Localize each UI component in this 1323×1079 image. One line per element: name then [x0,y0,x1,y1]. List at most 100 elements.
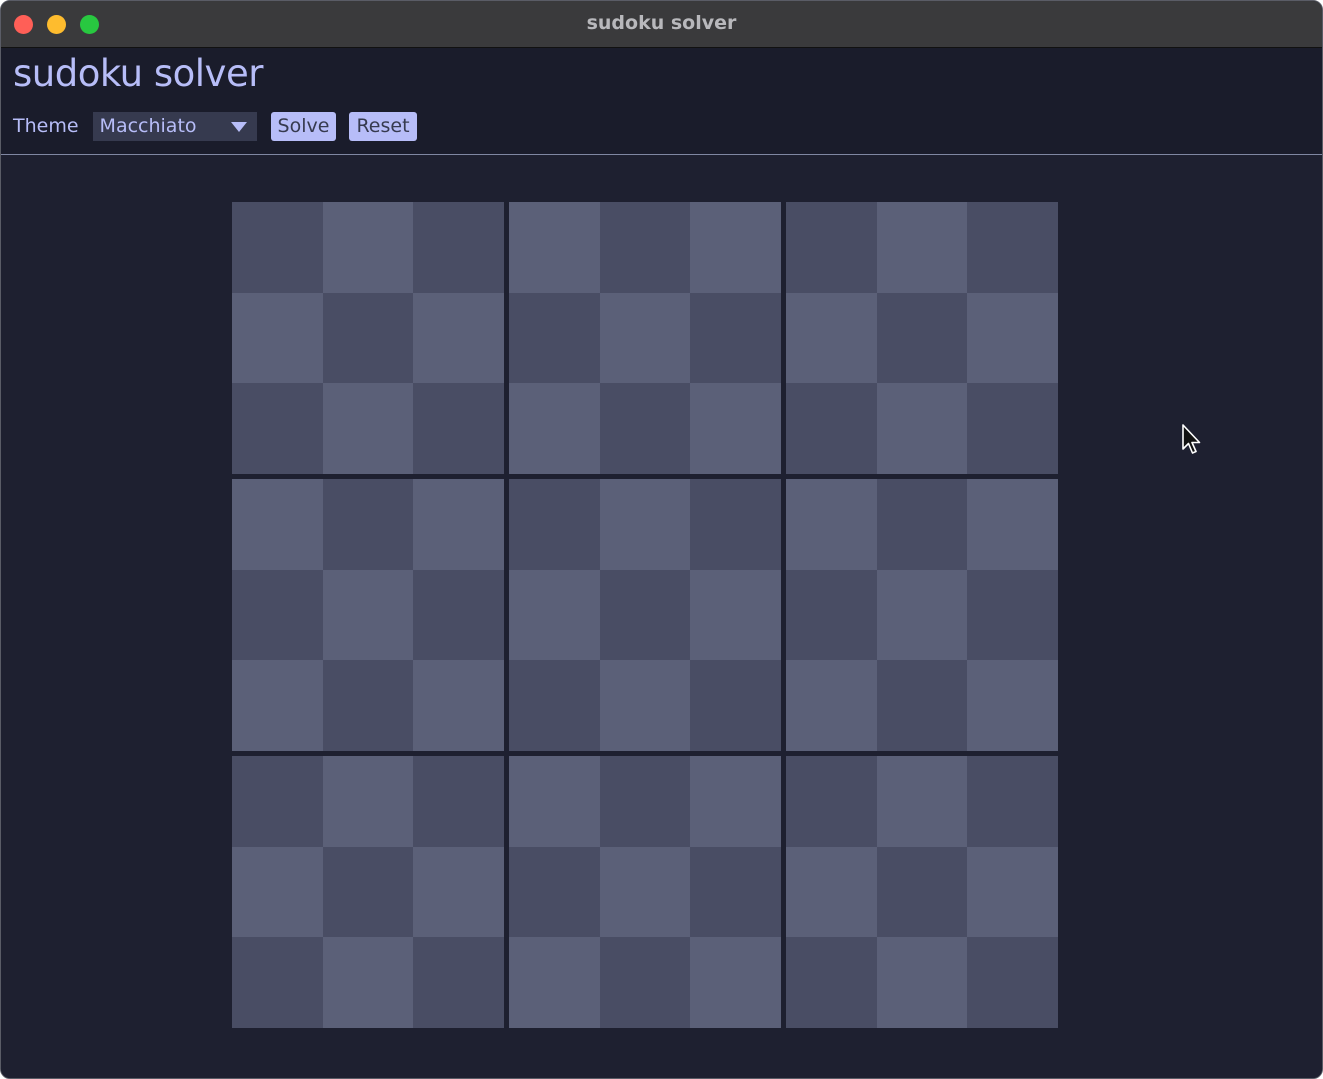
sudoku-cell[interactable] [786,846,877,938]
sudoku-cell[interactable] [599,479,691,570]
sudoku-cell[interactable] [509,660,600,751]
sudoku-cell[interactable] [786,479,877,570]
sudoku-cell[interactable] [690,846,781,938]
sudoku-cell[interactable] [967,383,1058,474]
sudoku-cell[interactable] [876,569,968,661]
sudoku-cell[interactable] [967,846,1058,938]
toolbar: Theme Macchiato Solve Reset [13,111,430,141]
sudoku-cell[interactable] [876,383,968,474]
sudoku-board [232,202,1059,1029]
sudoku-cell[interactable] [690,937,781,1028]
sudoku-cell[interactable] [690,202,781,293]
reset-button[interactable]: Reset [349,111,417,141]
sudoku-cell[interactable] [599,756,691,847]
sudoku-cell[interactable] [786,660,877,751]
sudoku-box [232,202,504,474]
sudoku-cell[interactable] [322,756,414,847]
sudoku-cell[interactable] [322,292,414,384]
sudoku-box [232,479,504,751]
sudoku-cell[interactable] [690,292,781,384]
sudoku-cell[interactable] [232,756,323,847]
sudoku-cell[interactable] [232,937,323,1028]
sudoku-cell[interactable] [413,937,504,1028]
sudoku-cell[interactable] [322,383,414,474]
theme-select[interactable]: Macchiato [92,111,257,141]
sudoku-cell[interactable] [967,479,1058,570]
sudoku-cell[interactable] [876,937,968,1028]
sudoku-cell[interactable] [967,756,1058,847]
sudoku-cell[interactable] [967,202,1058,293]
sudoku-cell[interactable] [413,660,504,751]
sudoku-cell[interactable] [413,383,504,474]
sudoku-cell[interactable] [690,756,781,847]
sudoku-cell[interactable] [967,292,1058,384]
sudoku-cell[interactable] [322,660,414,751]
sudoku-box [509,202,781,474]
sudoku-cell[interactable] [322,937,414,1028]
sudoku-cell[interactable] [786,383,877,474]
sudoku-cell[interactable] [509,292,600,384]
title-bar[interactable]: sudoku solver [1,1,1322,48]
sudoku-cell[interactable] [509,383,600,474]
sudoku-cell[interactable] [876,846,968,938]
sudoku-box [786,756,1058,1028]
sudoku-cell[interactable] [322,202,414,293]
sudoku-box [232,756,504,1028]
sudoku-cell[interactable] [509,202,600,293]
sudoku-cell[interactable] [599,569,691,661]
sudoku-cell[interactable] [690,569,781,661]
mouse-pointer-icon [1182,424,1201,454]
sudoku-cell[interactable] [232,292,323,384]
sudoku-cell[interactable] [413,202,504,293]
sudoku-cell[interactable] [599,383,691,474]
sudoku-cell[interactable] [876,202,968,293]
sudoku-cell[interactable] [967,569,1058,661]
sudoku-cell[interactable] [690,383,781,474]
sudoku-cell[interactable] [322,846,414,938]
sudoku-cell[interactable] [413,569,504,661]
sudoku-cell[interactable] [690,479,781,570]
chevron-down-icon [230,121,247,132]
sudoku-cell[interactable] [876,292,968,384]
sudoku-cell[interactable] [413,846,504,938]
sudoku-cell[interactable] [413,292,504,384]
sudoku-cell[interactable] [786,292,877,384]
sudoku-box [509,756,781,1028]
sudoku-cell[interactable] [232,846,323,938]
sudoku-cell[interactable] [413,756,504,847]
sudoku-cell[interactable] [786,202,877,293]
sudoku-cell[interactable] [509,846,600,938]
sudoku-cell[interactable] [509,937,600,1028]
sudoku-cell[interactable] [599,937,691,1028]
sudoku-cell[interactable] [232,569,323,661]
sudoku-cell[interactable] [322,569,414,661]
sudoku-cell[interactable] [599,660,691,751]
sudoku-cell[interactable] [509,569,600,661]
window-title: sudoku solver [586,12,737,34]
sudoku-cell[interactable] [876,660,968,751]
sudoku-cell[interactable] [413,479,504,570]
sudoku-cell[interactable] [967,660,1058,751]
sudoku-box [786,202,1058,474]
sudoku-cell[interactable] [232,479,323,570]
sudoku-cell[interactable] [786,937,877,1028]
sudoku-cell[interactable] [232,202,323,293]
solve-button[interactable]: Solve [270,111,337,141]
sudoku-cell[interactable] [876,479,968,570]
page-title: sudoku solver [13,52,263,95]
sudoku-cell[interactable] [786,569,877,661]
sudoku-cell[interactable] [322,479,414,570]
sudoku-cell[interactable] [509,479,600,570]
sudoku-cell[interactable] [876,756,968,847]
sudoku-cell[interactable] [232,660,323,751]
sudoku-box [786,479,1058,751]
sudoku-cell[interactable] [599,846,691,938]
sudoku-cell[interactable] [599,292,691,384]
sudoku-cell[interactable] [232,383,323,474]
theme-select-value: Macchiato [99,115,197,137]
sudoku-cell[interactable] [786,756,877,847]
sudoku-cell[interactable] [967,937,1058,1028]
sudoku-cell[interactable] [690,660,781,751]
sudoku-cell[interactable] [509,756,600,847]
sudoku-cell[interactable] [599,202,691,293]
